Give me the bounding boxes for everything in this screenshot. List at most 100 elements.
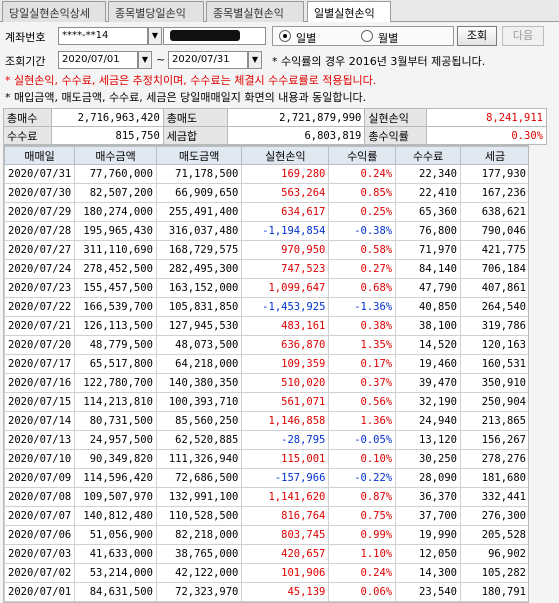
cell-fee: 40,850 xyxy=(395,297,461,317)
col-buy-amount[interactable]: 매수금액 xyxy=(74,146,157,165)
total-sell-label: 총매도 xyxy=(162,108,228,127)
cell-trade-date: 2020/07/17 xyxy=(4,354,76,374)
cell-buy-amount: 114,596,420 xyxy=(74,468,157,488)
cell-fee: 24,940 xyxy=(395,411,461,431)
calendar-dropdown-icon: ▼ xyxy=(251,55,259,64)
table-row[interactable]: 2020/07/31 77,760,000 71,178,500 169,280 0.2… xyxy=(4,164,528,184)
tab-stock-daily-pnl[interactable]: 종목별당일손익 xyxy=(108,1,204,22)
table-row[interactable]: 2020/07/27 311,110,690 168,729,575 970,950 0… xyxy=(4,240,528,260)
table-row[interactable]: 2020/07/15 114,213,810 100,393,710 561,071 0… xyxy=(4,392,528,412)
fee-label: 수수료 xyxy=(3,126,52,145)
col-return-rate[interactable]: 수익률 xyxy=(328,146,397,165)
table-row[interactable]: 2020/07/06 51,056,900 82,218,000 803,745 0.9… xyxy=(4,525,528,545)
cell-realized-pnl: 1,099,647 xyxy=(241,278,330,298)
cell-tax: 177,930 xyxy=(459,164,528,184)
tab-stock-realized-pnl[interactable]: 종목별실현손익 xyxy=(206,1,304,22)
cell-fee: 14,520 xyxy=(395,335,461,355)
cell-sell-amount: 72,686,500 xyxy=(155,468,243,488)
info-note: * 매입금액, 매도금액, 수수료, 세금은 당일매매일지 화면의 내용과 동일… xyxy=(5,91,367,104)
period-to-calendar-button[interactable]: ▼ xyxy=(248,51,262,69)
cell-tax: 319,786 xyxy=(459,316,528,336)
table-row[interactable]: 2020/07/13 24,957,500 62,520,885 -28,795 -0.… xyxy=(4,430,528,450)
cell-realized-pnl: 420,657 xyxy=(241,544,330,564)
table-row[interactable]: 2020/07/10 90,349,820 111,326,940 115,001 0.… xyxy=(4,449,528,469)
period-label: 조회기간 xyxy=(5,55,46,68)
radio-daily[interactable] xyxy=(279,30,291,42)
table-row[interactable]: 2020/07/24 278,452,500 282,495,300 747,523 0… xyxy=(4,259,528,279)
cell-realized-pnl: -1,453,925 xyxy=(241,297,330,317)
cell-sell-amount: 64,218,000 xyxy=(155,354,243,374)
table-row[interactable]: 2020/07/08 109,507,970 132,991,100 1,141,62… xyxy=(4,487,528,507)
daily-pnl-grid[interactable]: 매매일 매수금액 매도금액 실현손익 수익률 수수료 세금 2020/07/31… xyxy=(3,145,529,603)
cell-sell-amount: 282,495,300 xyxy=(155,259,243,279)
cell-tax: 105,282 xyxy=(459,563,528,583)
period-from-field[interactable]: 2020/07/01 xyxy=(58,51,138,69)
col-realized-pnl[interactable]: 실현손익 xyxy=(241,146,330,165)
cell-realized-pnl: -1,194,854 xyxy=(241,221,330,241)
search-button[interactable]: 조회 xyxy=(457,26,497,46)
cell-tax: 167,236 xyxy=(459,183,528,203)
table-row[interactable]: 2020/07/09 114,596,420 72,686,500 -157,966-… xyxy=(4,468,528,488)
table-row[interactable]: 2020/07/28 195,965,430 316,037,480 -1,194,8… xyxy=(4,221,528,241)
cell-return-rate: 0.25% xyxy=(328,202,397,222)
cell-trade-date: 2020/07/10 xyxy=(4,449,76,469)
cell-return-rate: 0.27% xyxy=(328,259,397,279)
table-row[interactable]: 2020/07/23 155,457,500 163,152,000 1,099,64… xyxy=(4,278,528,298)
cell-fee: 38,100 xyxy=(395,316,461,336)
account-name-field[interactable] xyxy=(163,27,266,45)
table-row[interactable]: 2020/07/29 180,274,000 255,491,400 634,617 0… xyxy=(4,202,528,222)
period-to-field[interactable]: 2020/07/31 xyxy=(168,51,248,69)
cell-tax: 278,276 xyxy=(459,449,528,469)
table-row[interactable]: 2020/07/03 41,633,000 38,765,000 420,657 1.1… xyxy=(4,544,528,564)
cell-trade-date: 2020/07/27 xyxy=(4,240,76,260)
radio-monthly[interactable] xyxy=(361,30,373,42)
cell-realized-pnl: 101,906 xyxy=(241,563,330,583)
next-button[interactable]: 다음 xyxy=(502,26,544,46)
account-number-field[interactable]: ****-**14 xyxy=(58,27,148,45)
table-row[interactable]: 2020/07/16 122,780,700 140,380,350 510,020 0… xyxy=(4,373,528,393)
cell-buy-amount: 84,631,500 xyxy=(74,582,157,602)
col-sell-amount[interactable]: 매도금액 xyxy=(155,146,243,165)
table-row[interactable]: 2020/07/20 48,779,500 48,073,500 636,870 1.3… xyxy=(4,335,528,355)
cell-return-rate: 0.24% xyxy=(328,164,397,184)
filter-panel: 계좌번호 ****-**14 ▼ 일별 월별 조회 다음 조회기간 2020/0… xyxy=(0,22,559,106)
total-buy-label: 총매수 xyxy=(3,108,52,127)
cell-realized-pnl: -157,966 xyxy=(241,468,330,488)
cell-fee: 23,540 xyxy=(395,582,461,602)
table-row[interactable]: 2020/07/17 65,517,800 64,218,000 109,359 0.1… xyxy=(4,354,528,374)
cell-tax: 156,267 xyxy=(459,430,528,450)
table-row[interactable]: 2020/07/22 166,539,700 105,831,850 -1,453,9… xyxy=(4,297,528,317)
cell-realized-pnl: 115,001 xyxy=(241,449,330,469)
cell-buy-amount: 82,507,200 xyxy=(74,183,157,203)
table-row[interactable]: 2020/07/30 82,507,200 66,909,650 563,264 0.8… xyxy=(4,183,528,203)
cell-fee: 13,120 xyxy=(395,430,461,450)
period-from-calendar-button[interactable]: ▼ xyxy=(138,51,152,69)
cell-buy-amount: 80,731,500 xyxy=(74,411,157,431)
radio-daily-label: 일별 xyxy=(296,32,317,45)
table-row[interactable]: 2020/07/01 84,631,500 72,323,970 45,139 0.06… xyxy=(4,582,528,602)
tab-realized-detail[interactable]: 당일실현손익상세 xyxy=(2,1,106,22)
cell-return-rate: 1.36% xyxy=(328,411,397,431)
col-tax[interactable]: 세금 xyxy=(459,146,528,165)
cell-realized-pnl: 561,071 xyxy=(241,392,330,412)
cell-tax: 706,184 xyxy=(459,259,528,279)
table-row[interactable]: 2020/07/21 126,113,500 127,945,530 483,161 0… xyxy=(4,316,528,336)
table-row[interactable]: 2020/07/07 140,812,480 110,528,500 816,764 0… xyxy=(4,506,528,526)
cell-realized-pnl: 45,139 xyxy=(241,582,330,602)
tab-daily-realized-pnl[interactable]: 일별실현손익 xyxy=(307,1,391,23)
col-fee[interactable]: 수수료 xyxy=(395,146,461,165)
cell-return-rate: 0.10% xyxy=(328,449,397,469)
cell-fee: 65,360 xyxy=(395,202,461,222)
table-row[interactable]: 2020/07/02 53,214,000 42,122,000 101,906 0.2… xyxy=(4,563,528,583)
redaction-mark xyxy=(170,30,240,41)
cell-tax: 332,441 xyxy=(459,487,528,507)
table-row[interactable]: 2020/07/14 80,731,500 85,560,250 1,146,858 1… xyxy=(4,411,528,431)
cell-fee: 37,700 xyxy=(395,506,461,526)
grid-header-row: 매매일 매수금액 매도금액 실현손익 수익률 수수료 세금 xyxy=(4,146,528,165)
col-trade-date[interactable]: 매매일 xyxy=(4,146,76,165)
cell-fee: 19,460 xyxy=(395,354,461,374)
cell-return-rate: 0.37% xyxy=(328,373,397,393)
cell-tax: 350,910 xyxy=(459,373,528,393)
cell-trade-date: 2020/07/14 xyxy=(4,411,76,431)
account-dropdown-button[interactable]: ▼ xyxy=(148,27,162,45)
